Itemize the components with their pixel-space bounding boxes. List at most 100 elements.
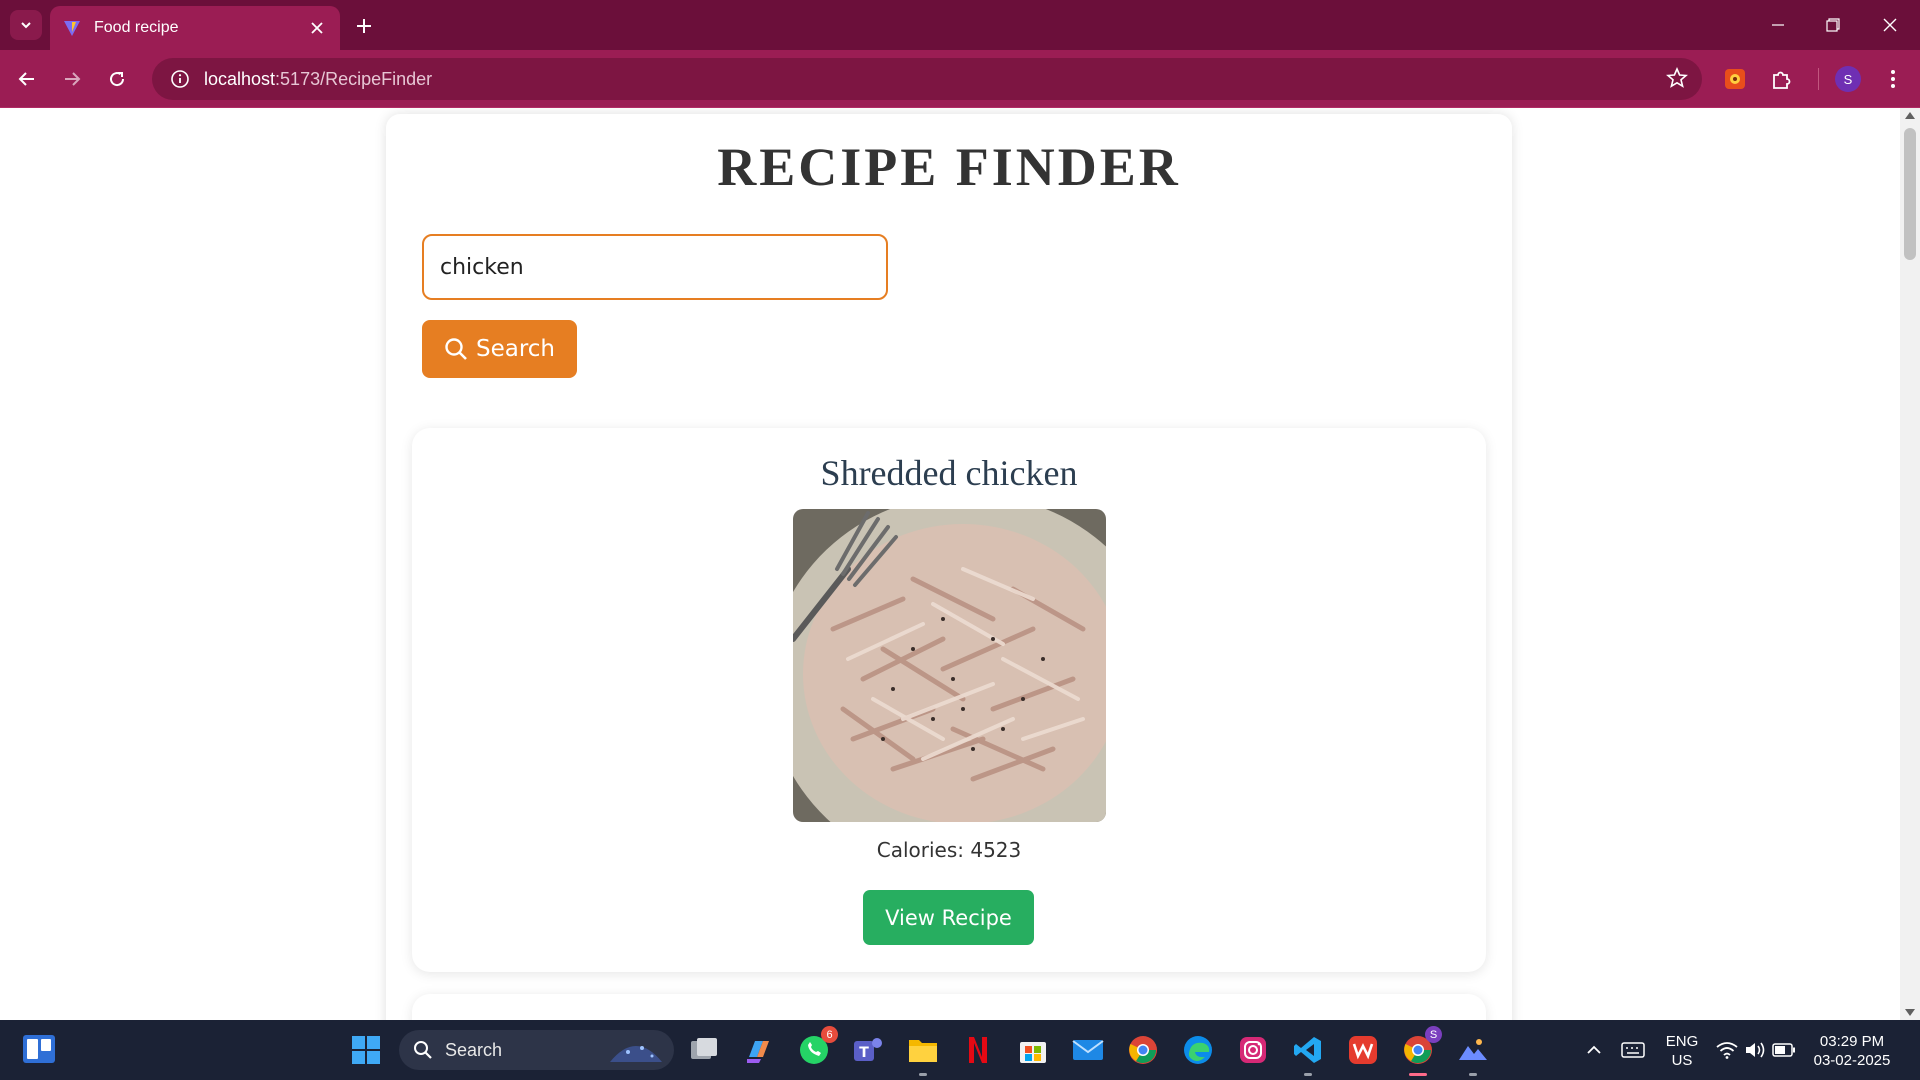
close-window-button[interactable] — [1870, 10, 1910, 40]
mail-button[interactable] — [1070, 1032, 1106, 1068]
browser-menu-button[interactable] — [1877, 63, 1909, 95]
forward-button[interactable] — [56, 63, 88, 95]
scroll-down-icon[interactable] — [1905, 1009, 1915, 1016]
profile-badge: S — [1425, 1026, 1442, 1043]
edge-button[interactable] — [1180, 1032, 1216, 1068]
mail-icon — [1072, 1040, 1104, 1060]
wps-office-button[interactable] — [1345, 1032, 1381, 1068]
photos-icon — [1459, 1039, 1487, 1060]
windows-logo-icon — [352, 1036, 380, 1064]
clock-time: 03:29 PM — [1819, 1033, 1885, 1050]
search-button-label: Search — [475, 336, 556, 362]
whatsapp-button[interactable]: 6 — [796, 1026, 838, 1068]
scrollbar-thumb[interactable] — [1904, 128, 1916, 260]
shredded-chicken-photo — [793, 509, 1106, 822]
view-recipe-button[interactable]: View Recipe — [863, 890, 1034, 945]
vscode-button[interactable] — [1290, 1032, 1326, 1076]
extensions-menu-button[interactable] — [1765, 63, 1797, 95]
chevron-up-icon — [1587, 1045, 1601, 1054]
close-icon — [1883, 18, 1897, 32]
photos-button[interactable] — [1455, 1032, 1491, 1076]
address-bar[interactable]: localhost:5173/RecipeFinder — [152, 58, 1702, 100]
restore-icon — [1826, 18, 1840, 32]
browser-toolbar: localhost:5173/RecipeFinder S — [0, 50, 1920, 108]
file-explorer-button[interactable] — [905, 1032, 941, 1076]
netflix-icon — [969, 1037, 987, 1063]
profile-button[interactable]: S — [1832, 63, 1864, 95]
reload-icon — [110, 72, 125, 87]
battery-status[interactable] — [1766, 1032, 1802, 1068]
search-icon — [445, 338, 467, 360]
recipe-image — [793, 509, 1106, 822]
recipe-finder-container: RECIPE FINDER Search Shredded chicken — [386, 114, 1512, 1020]
copilot-button[interactable] — [740, 1032, 776, 1068]
search-input[interactable] — [422, 234, 888, 300]
taskbar-search[interactable]: Search — [399, 1030, 674, 1070]
start-button[interactable] — [348, 1032, 384, 1068]
keyboard-icon — [1621, 1042, 1645, 1058]
page-viewport: RECIPE FINDER Search Shredded chicken — [0, 108, 1900, 1020]
avatar: S — [1835, 66, 1861, 92]
recipe-card: Shredded chicken Calories: 4523 View Rec… — [412, 428, 1486, 972]
running-indicator — [1304, 1073, 1312, 1076]
running-indicator — [919, 1073, 927, 1076]
search-button[interactable]: Search — [422, 320, 577, 378]
language-indicator[interactable]: ENG US — [1654, 1032, 1710, 1070]
speaker-icon — [1746, 1042, 1765, 1058]
arrow-left-icon — [18, 72, 34, 86]
chevron-down-icon — [21, 22, 31, 29]
show-hidden-icons-button[interactable] — [1576, 1032, 1612, 1068]
taskbar: Search 6 T S ENG US 03:29 PM 03-02-2025 — [0, 1020, 1920, 1080]
extension-button[interactable] — [1719, 63, 1751, 95]
language-label: ENG — [1665, 1033, 1699, 1050]
reload-button[interactable] — [101, 63, 133, 95]
store-icon — [1020, 1042, 1046, 1063]
chrome-button[interactable] — [1125, 1032, 1161, 1068]
instagram-button[interactable] — [1235, 1032, 1271, 1068]
battery-icon — [1772, 1043, 1795, 1057]
search-highlight-icon — [610, 1046, 662, 1062]
tab-strip: Food recipe — [0, 0, 1920, 50]
task-view-button[interactable] — [686, 1032, 722, 1068]
page-title: RECIPE FINDER — [717, 137, 1181, 197]
extension-logo-icon — [1725, 69, 1745, 89]
tab-search-button[interactable] — [10, 10, 42, 40]
wps-icon — [1349, 1036, 1377, 1064]
bookmark-star-icon[interactable] — [1666, 67, 1688, 89]
toolbar-divider — [1818, 68, 1819, 90]
touch-keyboard-button[interactable] — [1615, 1032, 1651, 1068]
more-vertical-icon — [1891, 70, 1895, 88]
page-scrollbar[interactable] — [1900, 108, 1920, 1020]
notification-badge: 6 — [821, 1026, 838, 1043]
netflix-button[interactable] — [960, 1032, 996, 1068]
recipe-calories: Calories: 4523 — [876, 838, 1022, 862]
teams-icon: T — [854, 1038, 882, 1061]
clock[interactable]: 03:29 PM 03-02-2025 — [1808, 1032, 1896, 1070]
active-indicator — [1409, 1073, 1427, 1076]
task-view-icon — [691, 1038, 717, 1059]
recipe-card — [412, 994, 1486, 1020]
chrome-icon — [1129, 1036, 1157, 1064]
region-label: US — [1671, 1052, 1693, 1069]
vite-favicon-icon — [64, 21, 80, 36]
tab-title: Food recipe — [94, 19, 179, 36]
scroll-up-icon[interactable] — [1905, 112, 1915, 119]
recipe-title: Shredded chicken — [820, 453, 1078, 493]
copilot-icon — [747, 1041, 769, 1063]
instagram-icon — [1240, 1037, 1266, 1063]
new-tab-button[interactable] — [350, 12, 378, 40]
site-info-icon[interactable] — [170, 69, 190, 89]
restore-button[interactable] — [1813, 10, 1853, 40]
minimize-icon — [1772, 24, 1784, 26]
minimize-button[interactable] — [1758, 10, 1798, 40]
vscode-icon — [1294, 1037, 1321, 1063]
browser-tab[interactable]: Food recipe — [50, 6, 340, 50]
search-icon — [414, 1041, 432, 1059]
back-button[interactable] — [11, 63, 43, 95]
close-tab-icon[interactable] — [306, 17, 328, 39]
chrome-profile-button[interactable]: S — [1400, 1026, 1442, 1076]
widgets-icon[interactable] — [22, 1034, 56, 1064]
svg-text:T: T — [859, 1045, 869, 1061]
teams-button[interactable]: T — [850, 1032, 886, 1068]
microsoft-store-button[interactable] — [1015, 1032, 1051, 1068]
